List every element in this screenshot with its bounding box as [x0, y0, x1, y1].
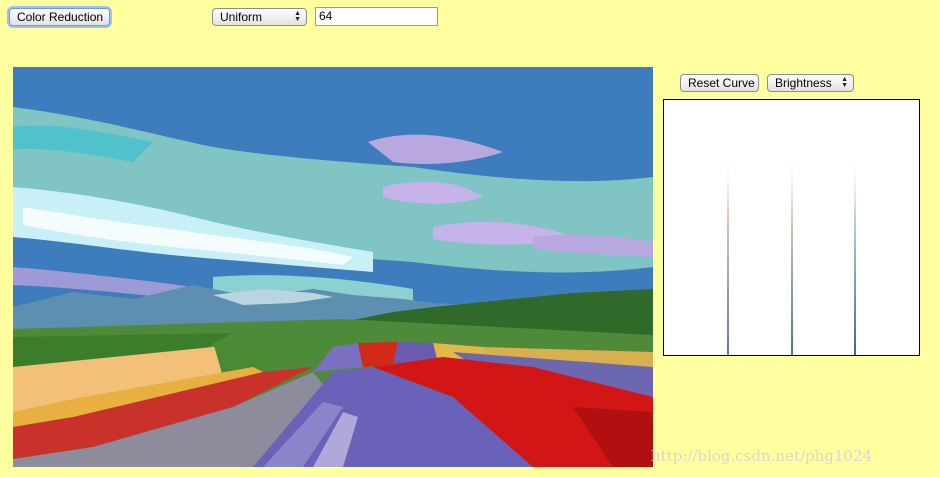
posterized-photo [13, 67, 653, 467]
watermark-text: http://blog.csdn.net/phg1024 [651, 447, 873, 465]
histogram-plot [727, 152, 856, 355]
reduction-method-select[interactable]: Uniform ▲ ▼ [212, 8, 307, 26]
reduction-method-value: Uniform [220, 10, 263, 24]
curve-channel-select[interactable]: Brightness ▲ ▼ [767, 74, 854, 92]
histogram-bar [727, 152, 729, 355]
photo-image [13, 67, 653, 467]
curve-editor-canvas[interactable] [663, 99, 920, 356]
select-arrows-icon: ▲ ▼ [841, 76, 848, 89]
reset-curve-button[interactable]: Reset Curve [680, 74, 759, 92]
select-arrows-icon: ▲ ▼ [294, 10, 301, 23]
curve-channel-value: Brightness [775, 76, 832, 90]
histogram-bar [854, 152, 856, 355]
histogram-bar [791, 152, 793, 355]
color-count-input[interactable]: 64 [315, 7, 438, 26]
color-reduction-button[interactable]: Color Reduction [9, 8, 110, 26]
